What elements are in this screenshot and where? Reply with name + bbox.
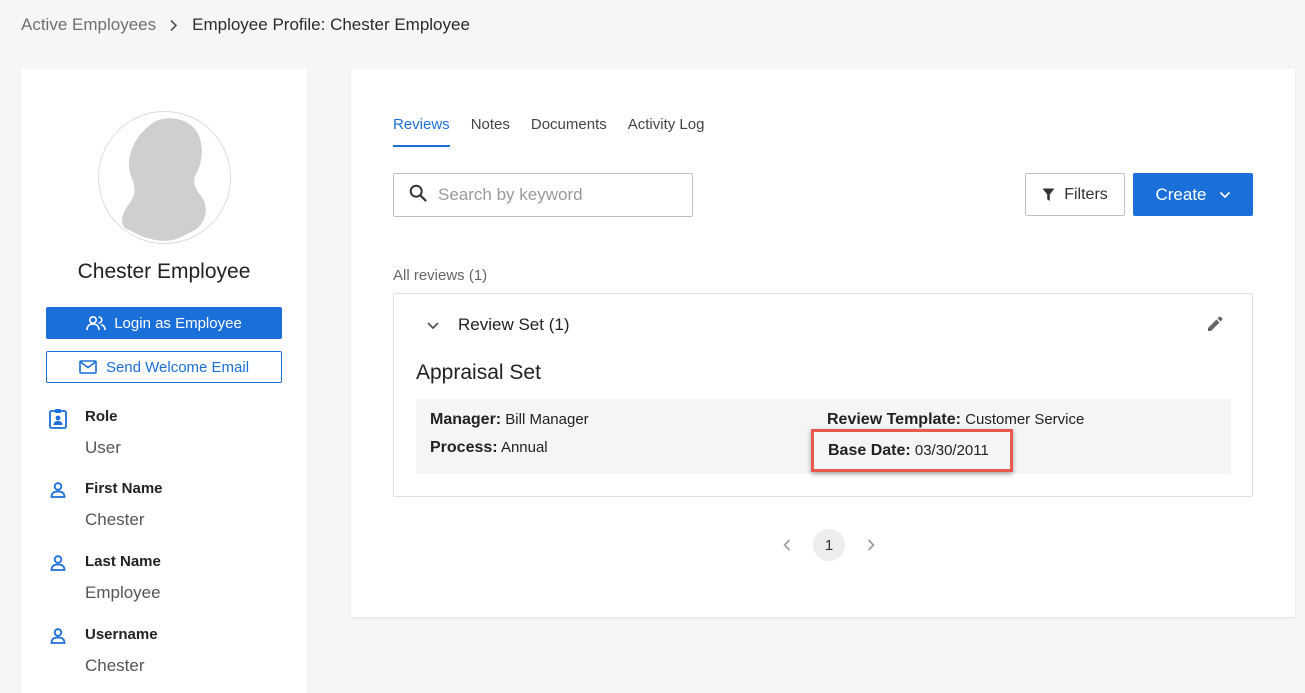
manager-value: Bill Manager xyxy=(505,411,589,428)
filters-button[interactable]: Filters xyxy=(1025,173,1125,216)
pagination: 1 xyxy=(775,529,883,561)
process-label: Process: xyxy=(430,439,498,456)
first-name-label: First Name xyxy=(85,480,163,497)
chevron-down-icon xyxy=(1219,191,1230,198)
search-input[interactable] xyxy=(438,185,678,205)
tab-documents[interactable]: Documents xyxy=(531,116,607,147)
base-date-row: Base Date: 03/30/2011 xyxy=(828,442,989,460)
last-name-value: Employee xyxy=(85,583,161,602)
chevron-right-icon[interactable] xyxy=(859,529,883,561)
chevron-down-icon[interactable] xyxy=(426,318,440,336)
badge-icon xyxy=(48,408,68,435)
base-date-value: 03/30/2011 xyxy=(914,442,989,459)
review-set-title[interactable]: Review Set (1) xyxy=(458,315,569,335)
person-icon xyxy=(48,553,68,578)
all-reviews-count: All reviews (1) xyxy=(393,267,488,284)
chevron-right-icon xyxy=(169,19,178,32)
breadcrumb-current: Employee Profile: Chester Employee xyxy=(192,15,470,34)
edit-pencil-icon[interactable] xyxy=(1206,315,1224,338)
employee-name: Chester Employee xyxy=(77,260,251,283)
search-icon xyxy=(409,184,427,207)
breadcrumb: Active Employees Employee Profile: Chest… xyxy=(21,14,470,36)
review-template-value: Customer Service xyxy=(965,411,1085,428)
tab-bar: Reviews Notes Documents Activity Log xyxy=(393,116,725,147)
send-welcome-email-label: Send Welcome Email xyxy=(105,358,250,376)
users-icon xyxy=(86,315,107,331)
review-details: Manager: Bill Manager Process: Annual Re… xyxy=(416,399,1231,474)
chevron-left-icon[interactable] xyxy=(775,529,799,561)
first-name-value: Chester xyxy=(85,510,145,529)
filters-label: Filters xyxy=(1064,185,1108,203)
tab-activity-log[interactable]: Activity Log xyxy=(628,116,705,147)
appraisal-set-title: Appraisal Set xyxy=(416,361,541,384)
review-set-panel: Review Set (1) Appraisal Set Manager: Bi… xyxy=(393,293,1253,497)
breadcrumb-active-employees[interactable]: Active Employees xyxy=(21,15,156,35)
filter-icon xyxy=(1042,188,1055,201)
create-button[interactable]: Create xyxy=(1133,173,1253,216)
base-date-highlight: Base Date: 03/30/2011 xyxy=(811,429,1013,472)
username-label: Username xyxy=(85,626,158,643)
last-name-label: Last Name xyxy=(85,553,161,570)
create-label: Create xyxy=(1155,184,1207,204)
login-as-employee-button[interactable]: Login as Employee xyxy=(46,307,282,339)
login-as-employee-label: Login as Employee xyxy=(114,314,242,332)
avatar xyxy=(98,111,231,244)
avatar-silhouette-icon xyxy=(122,118,206,241)
review-template-row: Review Template: Customer Service xyxy=(827,411,1084,429)
role-value: User xyxy=(85,438,121,457)
mail-icon xyxy=(79,360,97,374)
person-icon xyxy=(48,626,68,651)
tab-notes[interactable]: Notes xyxy=(471,116,510,147)
manager-label: Manager: xyxy=(430,411,502,428)
profile-card: Chester Employee Login as Employee Send … xyxy=(21,69,307,693)
process-row: Process: Annual xyxy=(430,439,548,457)
process-value: Annual xyxy=(500,439,548,456)
username-value: Chester xyxy=(85,656,145,675)
manager-row: Manager: Bill Manager xyxy=(430,411,589,429)
send-welcome-email-button[interactable]: Send Welcome Email xyxy=(46,351,282,383)
role-label: Role xyxy=(85,408,118,425)
review-template-label: Review Template: xyxy=(827,411,961,428)
person-icon xyxy=(48,480,68,505)
search-box xyxy=(393,173,693,217)
base-date-label: Base Date: xyxy=(828,442,911,459)
page-number-current[interactable]: 1 xyxy=(813,529,845,561)
reviews-card: Reviews Notes Documents Activity Log Fil… xyxy=(351,69,1295,617)
tab-reviews[interactable]: Reviews xyxy=(393,116,450,147)
